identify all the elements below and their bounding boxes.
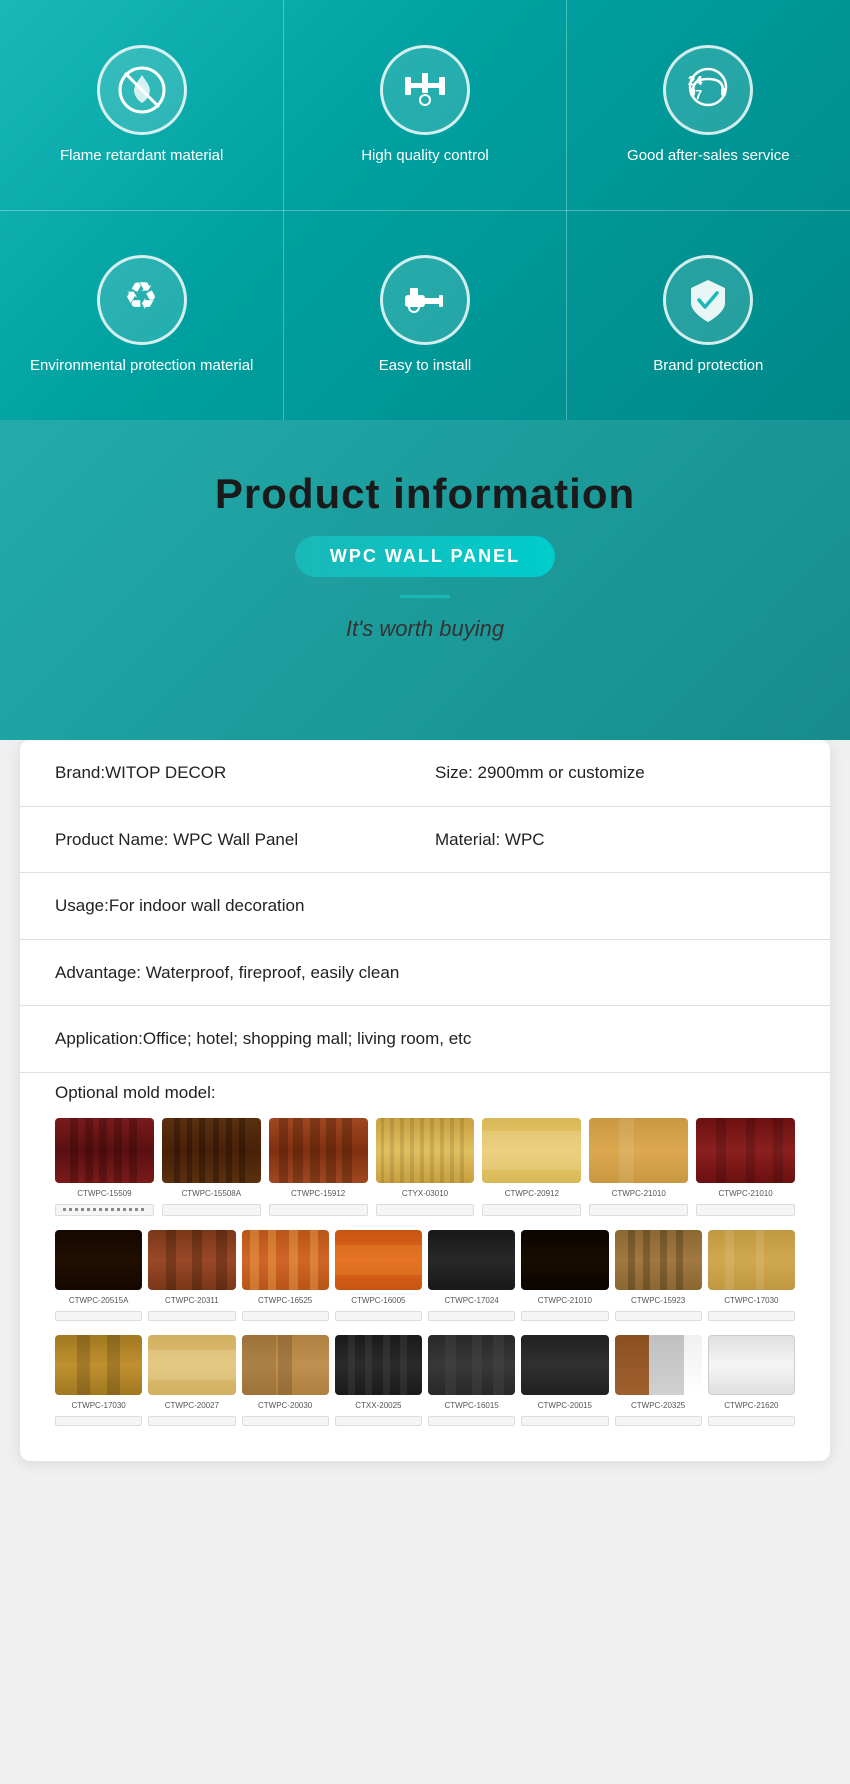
product-code: CTWPC-15912 <box>291 1189 345 1198</box>
product-code: CTWPC-16005 <box>351 1296 405 1305</box>
feature-install-label: Easy to install <box>379 355 472 376</box>
product-code: CTWPC-20027 <box>165 1401 219 1410</box>
product-code: CTYX-03010 <box>402 1189 448 1198</box>
info-card: Brand:WITOP DECOR Size: 2900mm or custom… <box>20 740 830 1461</box>
feature-quality-label: High quality control <box>361 145 489 166</box>
feature-install: Easy to install <box>359 235 492 396</box>
product-code: CTWPC-21620 <box>724 1401 778 1410</box>
feature-flame: Flame retardant material <box>40 25 243 186</box>
feature-eco: ♻ Environmental protection material <box>10 235 273 396</box>
product-CTWPC-15508A: CTWPC-15508A <box>162 1118 261 1216</box>
product-CTWPC-20015: CTWPC-20015 <box>521 1335 608 1426</box>
product-code: CTWPC-20325 <box>631 1401 685 1410</box>
feature-brand: Brand protection <box>633 235 783 396</box>
product-code: CTWPC-20515A <box>69 1296 129 1305</box>
product-name-label: Product Name: WPC Wall Panel <box>55 827 415 853</box>
product-code: CTWPC-17030 <box>724 1296 778 1305</box>
caliper-icon <box>380 45 470 135</box>
product-CTWPC-20325: CTWPC-20325 <box>615 1335 702 1426</box>
subtitle: It's worth buying <box>346 616 504 642</box>
product-CTWPC-17030: CTWPC-17030 <box>708 1230 795 1321</box>
feature-quality: High quality control <box>341 25 509 186</box>
optional-label: Optional mold model: <box>55 1083 795 1103</box>
product-code: CTWPC-20912 <box>505 1189 559 1198</box>
feature-brand-label: Brand protection <box>653 355 763 376</box>
product-code: CTWPC-16015 <box>445 1401 499 1410</box>
product-row-3: CTWPC-17030 CTWPC-20027 CTWPC-20030 <box>55 1335 795 1426</box>
product-CTWPC-21010-cream: CTWPC-21010 <box>589 1118 688 1216</box>
usage-label: Usage:For indoor wall decoration <box>55 893 795 919</box>
flame-icon <box>97 45 187 135</box>
product-CTWPC-20027: CTWPC-20027 <box>148 1335 235 1426</box>
product-CTXX-20025: CTXX-20025 <box>335 1335 422 1426</box>
product-CTWPC-15509: CTWPC-15509 <box>55 1118 154 1216</box>
drill-icon <box>380 255 470 345</box>
product-CTWPC-20912: CTWPC-20912 <box>482 1118 581 1216</box>
feature-eco-label: Environmental protection material <box>30 355 253 376</box>
product-row-1: CTWPC-15509 CTWPC-15508A <box>55 1118 795 1216</box>
product-CTWPC-21620: CTWPC-21620 <box>708 1335 795 1426</box>
product-code: CTWPC-20311 <box>165 1296 219 1305</box>
section-title: Product information <box>215 470 635 518</box>
material-label: Material: WPC <box>435 827 795 853</box>
info-row-brand: Brand:WITOP DECOR Size: 2900mm or custom… <box>20 740 830 807</box>
product-CTWPC-16005: CTWPC-16005 <box>335 1230 422 1321</box>
size-label: Size: 2900mm or customize <box>435 760 795 786</box>
product-code: CTWPC-21010 <box>538 1296 592 1305</box>
product-CTWPC-15912: CTWPC-15912 <box>269 1118 368 1216</box>
product-CTYX-03010: CTYX-03010 <box>376 1118 475 1216</box>
advantage-label: Advantage: Waterproof, fireproof, easily… <box>55 960 795 986</box>
product-CTWPC-17030-b: CTWPC-17030 <box>55 1335 142 1426</box>
feature-service-label: Good after-sales service <box>627 145 790 166</box>
product-CTWPC-20515A: CTWPC-20515A <box>55 1230 142 1321</box>
product-code: CTWPC-21010 <box>718 1189 772 1198</box>
product-code: CTWPC-16525 <box>258 1296 312 1305</box>
product-CTWPC-21010-mahogany: CTWPC-21010 <box>696 1118 795 1216</box>
top-banner: Flame retardant material High quality co… <box>0 0 850 420</box>
product-code: CTXX-20025 <box>355 1401 401 1410</box>
application-label: Application:Office; hotel; shopping mall… <box>55 1026 795 1052</box>
shield-check-icon <box>663 255 753 345</box>
feature-flame-label: Flame retardant material <box>60 145 223 166</box>
teal-divider <box>400 595 450 598</box>
product-CTWPC-20311: CTWPC-20311 <box>148 1230 235 1321</box>
product-code: CTWPC-17030 <box>72 1401 126 1410</box>
info-row-usage: Usage:For indoor wall decoration <box>20 873 830 940</box>
product-CTWPC-16525: CTWPC-16525 <box>242 1230 329 1321</box>
product-code: CTWPC-15923 <box>631 1296 685 1305</box>
product-row-2: CTWPC-20515A CTWPC-20311 <box>55 1230 795 1321</box>
product-code: CTWPC-15508A <box>181 1189 241 1198</box>
feature-service: 24 7 Good after-sales service <box>607 25 810 186</box>
products-section: Optional mold model: CTWPC-15509 <box>20 1073 830 1461</box>
info-row-advantage: Advantage: Waterproof, fireproof, easily… <box>20 940 830 1007</box>
info-row-application: Application:Office; hotel; shopping mall… <box>20 1006 830 1073</box>
product-CTWPC-20030: CTWPC-20030 <box>242 1335 329 1426</box>
brand-label: Brand:WITOP DECOR <box>55 760 415 786</box>
product-CTWPC-17024: CTWPC-17024 <box>428 1230 515 1321</box>
product-code: CTWPC-21010 <box>612 1189 666 1198</box>
product-info-section: Product information WPC WALL PANEL It's … <box>0 420 850 740</box>
product-code: CTWPC-20015 <box>538 1401 592 1410</box>
product-CTWPC-21010-dark: CTWPC-21010 <box>521 1230 608 1321</box>
info-row-product: Product Name: WPC Wall Panel Material: W… <box>20 807 830 874</box>
headset-icon: 24 7 <box>663 45 753 135</box>
product-code: CTWPC-17024 <box>445 1296 499 1305</box>
recycle-icon: ♻ <box>97 255 187 345</box>
svg-text:♻: ♻ <box>124 276 158 318</box>
product-badge: WPC WALL PANEL <box>295 536 555 577</box>
product-code: CTWPC-15509 <box>77 1189 131 1198</box>
product-CTWPC-16015: CTWPC-16015 <box>428 1335 515 1426</box>
product-CTWPC-15923: CTWPC-15923 <box>615 1230 702 1321</box>
product-code: CTWPC-20030 <box>258 1401 312 1410</box>
